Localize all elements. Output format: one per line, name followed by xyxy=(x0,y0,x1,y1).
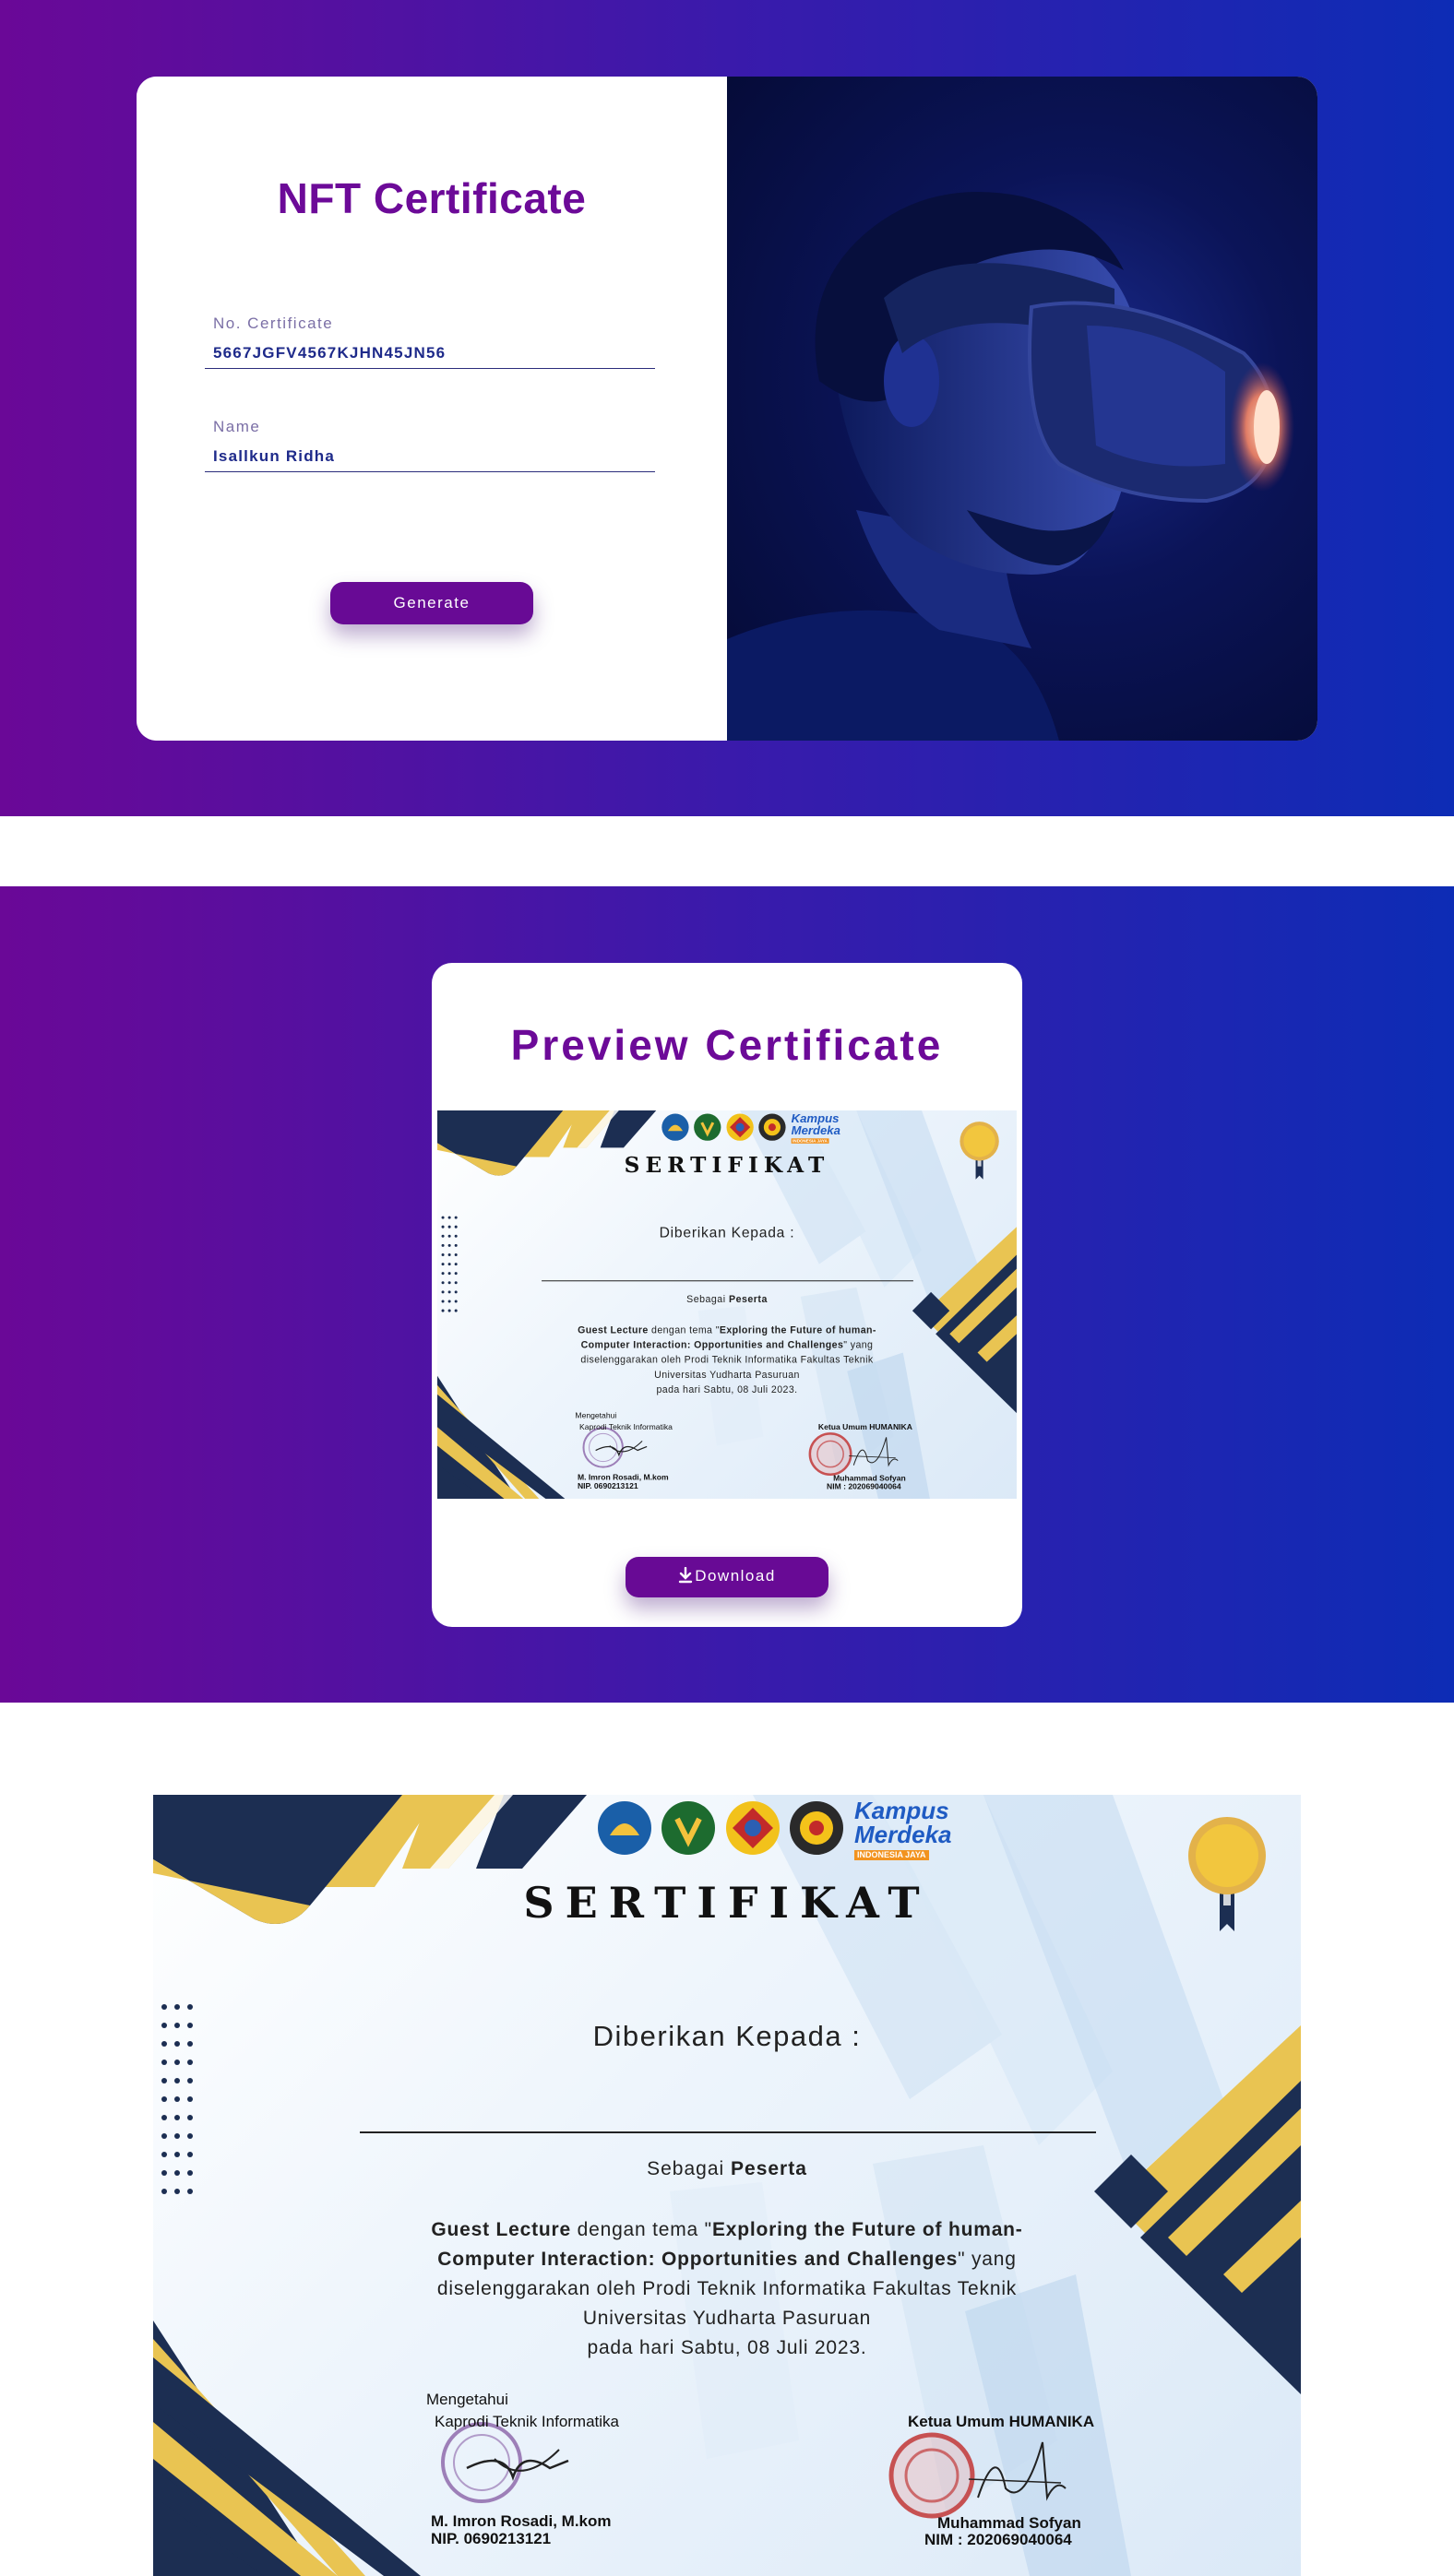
vr-headset-photo xyxy=(727,77,1317,741)
role-text: Sebagai Peserta xyxy=(686,1293,768,1305)
kampus-merdeka-logo: Kampus Merdeka INDONESIA JAYA xyxy=(791,1111,840,1144)
vr-person-illustration xyxy=(727,192,1294,741)
download-button[interactable]: Download xyxy=(626,1557,828,1597)
left-signer-id: NIP. 0690213121 xyxy=(577,1481,638,1490)
name-label: Name xyxy=(213,418,261,435)
name-input[interactable] xyxy=(205,441,655,472)
right-stamp-signature xyxy=(808,1432,899,1477)
page-title: NFT Certificate xyxy=(277,174,587,222)
right-signer-title: Ketua Umum HUMANIKA xyxy=(908,2413,1095,2430)
acknowledge-label: Mengetahui xyxy=(575,1411,617,1420)
certificate: Kampus Merdeka INDONESIA JAYA SERTIFIKAT… xyxy=(153,1795,1301,2576)
certificate-title: SERTIFIKAT xyxy=(624,1152,830,1178)
kampus-merdeka-logo: Kampus Merdeka INDONESIA JAYA xyxy=(854,1797,952,1860)
description-text: Guest Lecture dengan tema "Exploring the… xyxy=(431,2219,1023,2358)
certificate-title: SERTIFIKAT xyxy=(523,1878,931,1928)
download-icon xyxy=(678,1566,693,1588)
left-signer-name: M. Imron Rosadi, M.kom xyxy=(577,1472,669,1482)
right-signer-title: Ketua Umum HUMANIKA xyxy=(817,1422,912,1431)
preview-card: Preview Certificate Kampus Merdeka INDON… xyxy=(432,963,1022,1627)
role-text: Sebagai Peserta xyxy=(647,2158,807,2179)
recipient-name-line xyxy=(360,2131,1096,2133)
right-signer-name: Muhammad Sofyan xyxy=(937,2514,1081,2532)
left-signer-title: Kaprodi Teknik Informatika xyxy=(578,1422,673,1431)
certificate-full: Kampus Merdeka INDONESIA JAYA SERTIFIKAT… xyxy=(153,1795,1301,2576)
download-label: Download xyxy=(695,1566,776,1585)
acknowledge-label: Mengetahui xyxy=(426,2391,508,2408)
form-panel: NFT Certificate No. Certificate Name Gen… xyxy=(137,77,727,741)
institution-logos xyxy=(598,1801,843,1855)
given-to-label: Diberikan Kepada : xyxy=(592,2020,862,2052)
description-text: Guest Lecture dengan tema "Exploring the… xyxy=(578,1324,876,1395)
certificate-number-label: No. Certificate xyxy=(213,315,334,332)
preview-title: Preview Certificate xyxy=(510,1021,944,1069)
generate-card: NFT Certificate No. Certificate Name Gen… xyxy=(137,77,1317,741)
institution-logos xyxy=(661,1113,786,1141)
left-signer-id: NIP. 0690213121 xyxy=(431,2530,552,2547)
left-signer-name: M. Imron Rosadi, M.kom xyxy=(431,2512,612,2530)
right-signer-id: NIM : 202069040064 xyxy=(924,2531,1072,2548)
generate-button[interactable]: Generate xyxy=(330,582,533,624)
certificate-number-input[interactable] xyxy=(205,338,655,369)
right-signer-id: NIM : 202069040064 xyxy=(827,1481,901,1491)
certificate: Kampus Merdeka INDONESIA JAYA SERTIFIKAT… xyxy=(437,1110,1017,1499)
right-stamp-signature xyxy=(888,2432,1067,2519)
given-to-label: Diberikan Kepada : xyxy=(659,1224,795,1241)
certificate-preview: Kampus Merdeka INDONESIA JAYA SERTIFIKAT… xyxy=(437,1110,1017,1499)
recipient-name-line xyxy=(542,1280,913,1282)
left-signer-title: Kaprodi Teknik Informatika xyxy=(435,2413,620,2430)
